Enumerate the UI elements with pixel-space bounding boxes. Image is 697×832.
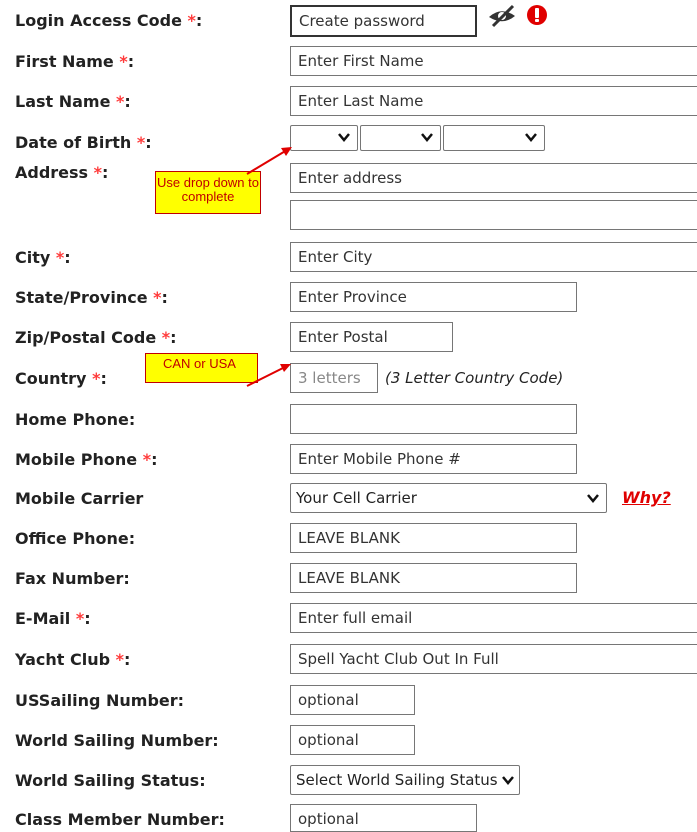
eye-slash-icon[interactable] — [487, 4, 519, 28]
dob-day-select[interactable] — [360, 125, 441, 151]
city-input[interactable]: Enter City — [290, 242, 697, 272]
chevron-down-icon — [587, 494, 599, 503]
why-link[interactable]: Why? — [622, 488, 671, 507]
required-mark: * — [153, 288, 162, 307]
address-label: Address *: — [15, 163, 109, 182]
state-label: State/Province *: — [15, 288, 168, 307]
country-hint: (3 Letter Country Code) — [385, 369, 564, 387]
first-name-label: First Name *: — [15, 52, 135, 71]
dob-month-select[interactable] — [290, 125, 358, 151]
mobile-carrier-selected: Your Cell Carrier — [296, 489, 417, 507]
email-label: E-Mail *: — [15, 609, 91, 628]
callout-arrow-icon — [246, 364, 291, 387]
dob-label: Date of Birth *: — [15, 133, 152, 152]
required-mark: * — [93, 163, 103, 182]
login-label: Login Access Code *: — [15, 11, 203, 30]
office-phone-label: Office Phone: — [15, 529, 136, 548]
state-province-input[interactable]: Enter Province — [290, 282, 577, 312]
dob-year-select[interactable] — [443, 125, 545, 151]
last-name-input[interactable]: Enter Last Name — [290, 86, 697, 116]
address-line1-input[interactable]: Enter address — [290, 163, 697, 193]
login-access-code-input[interactable]: Create password — [290, 5, 477, 37]
required-mark: * — [75, 609, 85, 628]
alert-icon — [526, 4, 548, 26]
class-member-number-label: Class Member Number: — [15, 810, 225, 829]
required-mark: * — [119, 52, 128, 71]
office-phone-input[interactable]: LEAVE BLANK — [290, 523, 577, 553]
required-mark: * — [187, 11, 196, 30]
country-label: Country *: — [15, 369, 107, 388]
mobile-carrier-select[interactable]: Your Cell Carrier — [290, 483, 607, 513]
country-callout-note: CAN or USA — [145, 353, 258, 383]
dob-callout-note: Use drop down to complete — [155, 171, 261, 214]
ussailing-label: USSailing Number: — [15, 691, 185, 710]
home-phone-input[interactable] — [290, 404, 577, 434]
world-sailing-status-label: World Sailing Status: — [15, 771, 206, 790]
required-mark: * — [115, 650, 125, 669]
fax-label: Fax Number: — [15, 569, 130, 588]
fax-input[interactable]: LEAVE BLANK — [290, 563, 577, 593]
zip-label: Zip/Postal Code *: — [15, 328, 177, 347]
last-name-label: Last Name *: — [15, 92, 131, 111]
chevron-down-icon — [421, 133, 433, 142]
yacht-club-input[interactable]: Spell Yacht Club Out In Full — [290, 644, 697, 674]
world-sailing-status-select[interactable]: Select World Sailing Status — [290, 765, 520, 795]
callout-arrow-icon — [246, 147, 292, 175]
world-sailing-number-label: World Sailing Number: — [15, 731, 219, 750]
ussailing-number-input[interactable]: optional — [290, 685, 415, 715]
required-mark: * — [161, 328, 171, 347]
required-mark: * — [55, 248, 65, 267]
chevron-down-icon — [502, 776, 514, 785]
home-phone-label: Home Phone: — [15, 410, 136, 429]
yacht-club-label: Yacht Club *: — [15, 650, 131, 669]
required-mark: * — [136, 133, 146, 152]
email-input[interactable]: Enter full email — [290, 603, 697, 633]
world-sailing-status-selected: Select World Sailing Status — [296, 771, 498, 789]
chevron-down-icon — [338, 133, 350, 142]
zip-postal-input[interactable]: Enter Postal — [290, 322, 453, 352]
first-name-input[interactable]: Enter First Name — [290, 46, 697, 76]
world-sailing-number-input[interactable]: optional — [290, 725, 415, 755]
city-label: City *: — [15, 248, 71, 267]
mobile-carrier-label: Mobile Carrier — [15, 489, 144, 508]
chevron-down-icon — [525, 133, 537, 142]
required-mark: * — [142, 450, 152, 469]
address-line2-input[interactable] — [290, 200, 697, 230]
mobile-phone-label: Mobile Phone *: — [15, 450, 158, 469]
mobile-phone-input[interactable]: Enter Mobile Phone # — [290, 444, 577, 474]
country-input[interactable]: 3 letters — [290, 363, 378, 393]
